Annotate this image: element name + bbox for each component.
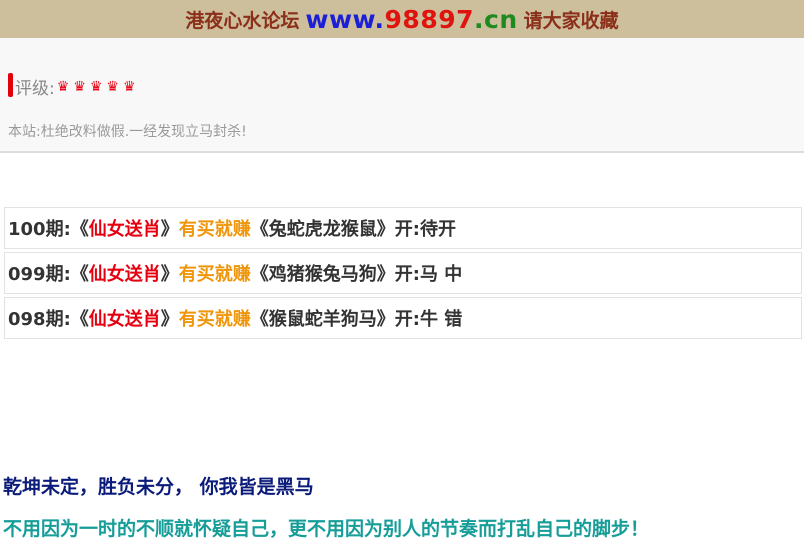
prediction-picks: 《兔蛇虎龙猴鼠》 xyxy=(250,219,395,240)
url-www: www. xyxy=(305,4,385,34)
crown-icon: ♛ xyxy=(106,78,119,95)
crown-icon: ♛ xyxy=(56,78,70,95)
rating-crowns: ♛ ♛ ♛ ♛ ♛ xyxy=(57,79,140,95)
prediction-row: 099期: 《仙女送肖》有买就赚 《鸡猪猴兔马狗》 开:马 中 xyxy=(4,252,802,294)
prediction-result: 开:待开 xyxy=(394,219,456,240)
motto-line-1: 乾坤未定，胜负未分， 你我皆是黑马 xyxy=(3,476,314,498)
banner-bookmark-text: 请大家收藏 xyxy=(523,9,619,32)
prediction-slogan: 有买就赚 xyxy=(178,309,251,330)
crown-icon: ♛ xyxy=(73,78,86,95)
site-url-link[interactable]: www.98897.cn xyxy=(305,5,517,34)
open-quote: 《 xyxy=(70,309,89,330)
crown-icon: ♛ xyxy=(89,78,103,95)
prediction-picks: 《鸡猪猴兔马狗》 xyxy=(250,264,395,285)
period-label: 098期: xyxy=(8,309,71,330)
close-quote: 》 xyxy=(160,219,179,240)
prediction-title: 仙女送肖 xyxy=(88,309,161,330)
rating-label: 评级: xyxy=(15,79,55,99)
prediction-result: 开:牛 错 xyxy=(394,309,463,330)
open-quote: 《 xyxy=(70,264,89,285)
rating-accent-bar xyxy=(8,73,13,97)
site-banner: 港夜心水论坛 www.98897.cn 请大家收藏 xyxy=(0,0,804,38)
period-label: 100期: xyxy=(8,219,71,240)
info-panel: 评级: ♛ ♛ ♛ ♛ ♛ 本站:杜绝改料做假.一经发现立马封杀! xyxy=(0,38,804,153)
site-notice: 本站:杜绝改料做假.一经发现立马封杀! xyxy=(8,124,247,140)
prediction-slogan: 有买就赚 xyxy=(178,264,251,285)
prediction-result: 开:马 中 xyxy=(394,264,463,285)
prediction-title: 仙女送肖 xyxy=(88,219,161,240)
close-quote: 》 xyxy=(160,264,179,285)
prediction-slogan: 有买就赚 xyxy=(178,219,251,240)
url-tld: .cn xyxy=(474,4,518,34)
open-quote: 《 xyxy=(70,219,89,240)
period-label: 099期: xyxy=(8,264,71,285)
rating: 评级: ♛ ♛ ♛ ♛ ♛ xyxy=(15,74,140,100)
url-number: 98897 xyxy=(384,4,475,34)
prediction-title: 仙女送肖 xyxy=(88,264,161,285)
close-quote: 》 xyxy=(160,309,179,330)
prediction-picks: 《猴鼠蛇羊狗马》 xyxy=(250,309,395,330)
prediction-row: 100期: 《仙女送肖》有买就赚 《兔蛇虎龙猴鼠》 开:待开 xyxy=(4,207,802,249)
banner-site-name: 港夜心水论坛 xyxy=(185,9,300,32)
prediction-list: 100期: 《仙女送肖》有买就赚 《兔蛇虎龙猴鼠》 开:待开 099期: 《仙女送肖》有… xyxy=(4,207,802,342)
prediction-row: 098期: 《仙女送肖》有买就赚 《猴鼠蛇羊狗马》 开:牛 错 xyxy=(4,297,802,339)
motto-line-2: 不用因为一时的不顺就怀疑自己，更不用因为别人的节奏而打乱自己的脚步！ xyxy=(3,518,650,540)
crown-icon: ♛ xyxy=(122,78,136,95)
